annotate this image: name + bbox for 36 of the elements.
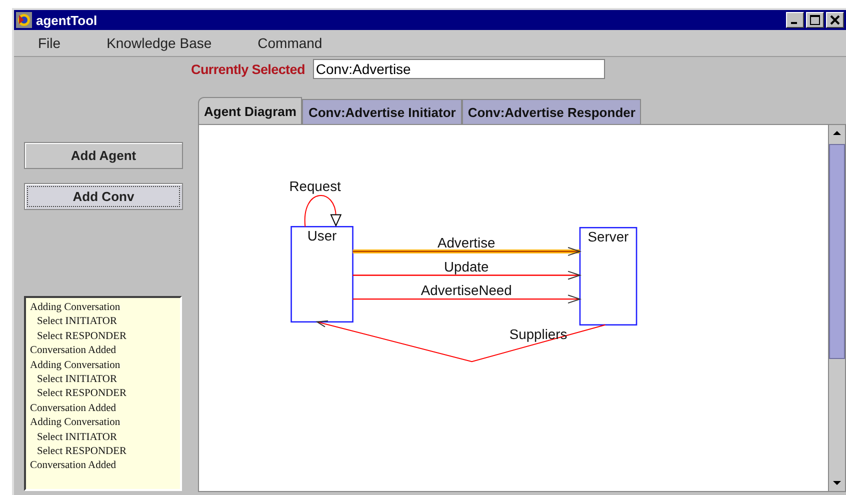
log-line: Select INITIATOR [36,430,118,445]
log-line: Select RESPONDER [36,330,128,344]
log-line: Conversation Added [30,402,118,416]
selection-field[interactable]: Conv:Advertise [312,59,605,79]
agent-name: Server [588,228,629,245]
log-line: Select RESPONDER [36,445,128,460]
menu-item[interactable]: File [38,35,61,51]
menu-item[interactable]: Knowledge Base [106,35,212,51]
selection-label: Currently Selected [190,62,305,76]
log-line: Select INITIATOR [36,373,118,388]
tab[interactable]: Agent Diagram [198,97,302,124]
maximize-icon[interactable] [806,12,824,28]
arrow-label: Update [444,258,489,274]
arrow-label: AdvertiseNeed [420,282,512,298]
toolbar-button[interactable]: Add Conv [24,183,183,210]
agent-name: User [307,228,337,244]
log-line: Select INITIATOR [36,315,118,330]
toolbar-button[interactable]: Add Agent [24,142,183,169]
menu-item[interactable]: Command [258,35,322,51]
log-line: Adding Conversation [30,358,122,373]
close-icon[interactable] [826,12,844,28]
tab[interactable]: Conv:Advertise Responder [462,99,642,124]
minimize-icon[interactable] [786,12,804,28]
app-icon [16,12,32,28]
log-line: Adding Conversation [30,301,122,315]
log-line: Conversation Added [30,459,118,474]
log-line: Conversation Added [30,344,118,358]
arrow-label: Request [289,178,341,194]
scroll-thumb[interactable] [829,144,845,359]
log-line: Adding Conversation [30,416,122,430]
window-title: agentTool [36,12,98,28]
log-line: Select RESPONDER [36,387,128,402]
scrollbar[interactable] [828,125,845,491]
tab[interactable]: Conv:Advertise Initiator [302,99,462,124]
arrow-label: Suppliers [509,326,568,342]
arrow-label: Advertise [437,234,496,250]
